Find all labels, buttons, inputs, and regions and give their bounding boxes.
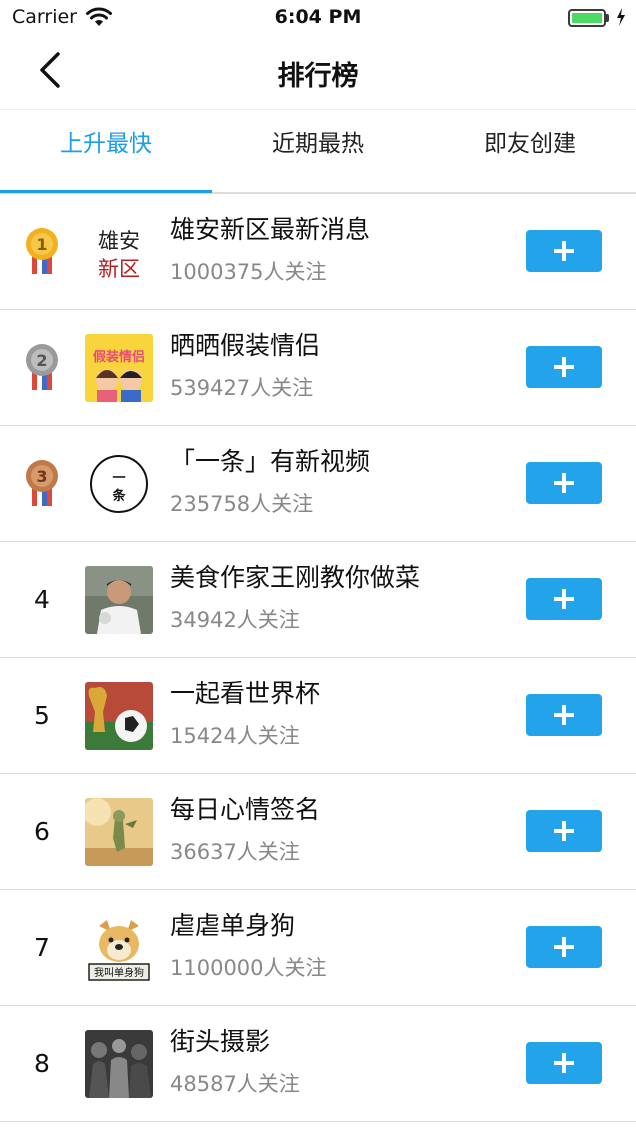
list-item[interactable]: 2 假装情侣 晒晒假装情侣 539427人关注 [0, 310, 636, 426]
follower-count: 15424人关注 [170, 724, 300, 748]
bronze-medal-icon: 3 [26, 460, 58, 506]
svg-text:2: 2 [36, 351, 47, 370]
tab-bar: 上升最快 近期最热 即友创建 [0, 110, 636, 194]
follow-button[interactable] [526, 462, 602, 504]
list-item[interactable]: 3 一 条 「一条」有新视频 235758人关注 [0, 426, 636, 542]
rank-number: 7 [34, 933, 50, 962]
topic-name: 虐虐单身狗 [170, 911, 296, 940]
follower-count: 1100000人关注 [170, 956, 327, 980]
thumb-text-1: 雄安 [98, 229, 140, 253]
doge-meme-image: 我叫单身狗 [85, 914, 153, 982]
follow-button[interactable] [526, 230, 602, 272]
follow-button[interactable] [526, 810, 602, 852]
thumb-text-1: 一 [112, 471, 125, 486]
battery-tip [606, 14, 609, 22]
topic-name: 雄安新区最新消息 [170, 215, 371, 244]
charging-bolt-icon [617, 8, 625, 26]
battery-icon [568, 9, 606, 27]
thumb-text-2: 新区 [98, 257, 140, 281]
follower-count: 36637人关注 [170, 840, 300, 864]
rank-number: 8 [34, 1049, 50, 1078]
couple-cartoon-image: 假装情侣 [85, 334, 153, 402]
topic-name: 美食作家王刚教你做菜 [170, 563, 421, 592]
list-item[interactable]: 5 一起看世界杯 15424人关注 [0, 658, 636, 774]
list-item[interactable]: 8 街头摄影 48587人关注 [0, 1006, 636, 1122]
list-item[interactable]: 6 每日心情签名 36637人关注 [0, 774, 636, 890]
follower-count: 539427人关注 [170, 376, 314, 400]
topic-name: 每日心情签名 [170, 795, 321, 824]
rank-number: 4 [34, 585, 50, 614]
topic-name: 街头摄影 [170, 1027, 271, 1056]
page-title: 排行榜 [277, 61, 359, 92]
tab-friend-created[interactable]: 即友创建 [424, 110, 636, 194]
follow-button[interactable] [526, 926, 602, 968]
gold-medal-icon: 1 [26, 228, 58, 274]
list-item[interactable]: 7 我叫单身狗 虐虐单身狗 1100000人关注 [0, 890, 636, 1006]
silver-medal-icon: 2 [26, 344, 58, 390]
rank-number: 6 [34, 817, 50, 846]
active-tab-indicator [0, 190, 212, 193]
topic-name: 晒晒假装情侣 [170, 331, 321, 360]
chef-photo-image [85, 566, 153, 634]
svg-text:3: 3 [36, 467, 47, 486]
navigation-bar: 排行榜 [0, 36, 636, 110]
xiongan-logo-image: 雄安 新区 [85, 218, 153, 286]
street-photo-image [85, 1030, 153, 1098]
thumb-text: 假装情侣 [93, 349, 145, 365]
tab-recent-hottest[interactable]: 近期最热 [212, 110, 424, 194]
world-cup-photo-image [85, 682, 153, 750]
follower-count: 235758人关注 [170, 492, 314, 516]
follow-button[interactable] [526, 1042, 602, 1084]
follower-count: 34942人关注 [170, 608, 300, 632]
follow-button[interactable] [526, 578, 602, 620]
yitiao-logo-image: 一 条 [85, 450, 153, 518]
ranking-list: 1 雄安 新区 雄安新区最新消息 1000375人关注 2 假装情侣 晒晒假装情… [0, 194, 636, 1122]
rank-number: 5 [34, 701, 50, 730]
list-item[interactable]: 4 美食作家王刚教你做菜 34942人关注 [0, 542, 636, 658]
tab-rising-fastest[interactable]: 上升最快 [0, 110, 212, 194]
toy-figure-photo-image [85, 798, 153, 866]
follow-button[interactable] [526, 346, 602, 388]
topic-name: 「一条」有新视频 [170, 447, 371, 476]
thumb-text-2: 条 [112, 488, 126, 504]
svg-text:1: 1 [36, 235, 47, 254]
status-bar: Carrier 6:04 PM [0, 0, 636, 36]
list-item[interactable]: 1 雄安 新区 雄安新区最新消息 1000375人关注 [0, 194, 636, 310]
topic-name: 一起看世界杯 [170, 679, 321, 708]
follower-count: 1000375人关注 [170, 260, 327, 284]
status-time: 6:04 PM [274, 6, 362, 28]
follower-count: 48587人关注 [170, 1072, 300, 1096]
follow-button[interactable] [526, 694, 602, 736]
thumb-text: 我叫单身狗 [94, 966, 144, 979]
